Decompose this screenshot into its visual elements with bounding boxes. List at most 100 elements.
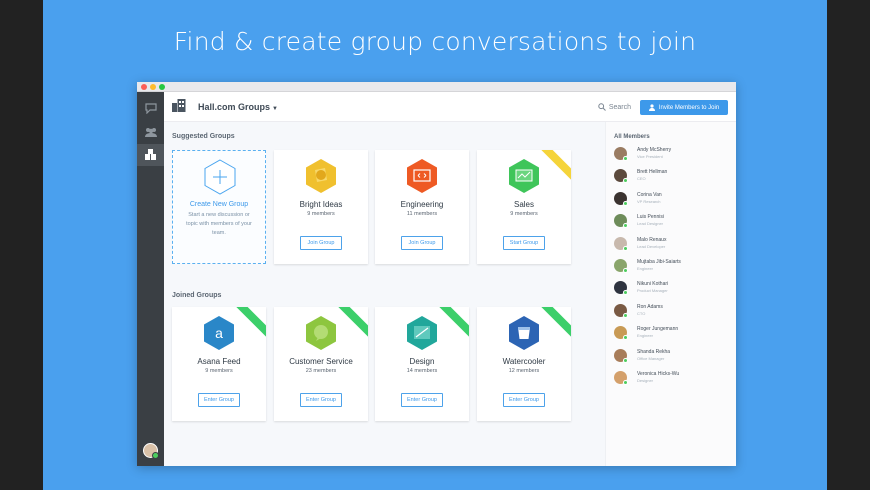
member-name: Ron Adams	[637, 303, 663, 310]
group-name: Bright Ideas	[299, 200, 343, 209]
enter-group-button[interactable]: Enter Group	[300, 393, 342, 407]
group-name: Engineering	[400, 200, 444, 209]
member-name: Andy McSherry	[637, 147, 672, 153]
code-icon	[407, 159, 437, 193]
member-role: Lead Developer	[637, 243, 666, 249]
people-icon[interactable]	[142, 123, 159, 140]
sales-icon	[509, 159, 539, 193]
chat-bubble-icon	[306, 316, 336, 350]
member-row[interactable]: Shanda Rekha Office Manager	[614, 348, 729, 364]
create-group-title: Create New Group	[189, 201, 249, 208]
group-name: Customer Service	[289, 357, 353, 366]
app-title: Hall.com Groups	[198, 102, 271, 112]
member-row[interactable]: Luis Pennisi Lead Designer	[614, 213, 729, 229]
design-icon	[407, 316, 437, 350]
member-role: VP Research	[637, 198, 661, 204]
add-group-icon	[204, 159, 236, 195]
online-status-icon	[623, 380, 628, 385]
online-status-icon	[623, 156, 628, 161]
topbar: Hall.com Groups ▼ Search Invite Members t…	[164, 92, 736, 122]
member-row[interactable]: Mujtaba Jibi-Saiarts Engineer	[614, 258, 729, 274]
invite-members-button[interactable]: Invite Members to Join	[640, 100, 728, 115]
member-row[interactable]: Roger Jungemann Engineer	[614, 325, 729, 341]
member-name: Corina Van	[637, 191, 662, 198]
member-role: CTO	[637, 310, 646, 316]
group-card-design: Design 14 members Enter Group	[375, 307, 469, 421]
sidebar	[137, 92, 164, 466]
online-status-icon	[623, 178, 628, 184]
online-status-icon	[623, 223, 628, 229]
enter-group-button[interactable]: Enter Group	[401, 393, 443, 407]
online-status-icon	[623, 312, 628, 318]
chevron-down-icon: ▼	[272, 106, 278, 112]
joined-groups-heading: Joined Groups	[172, 292, 222, 299]
member-row[interactable]: Nikuni Kothari Product Manager	[614, 280, 729, 296]
member-role: Designer	[637, 378, 654, 383]
close-window-button[interactable]	[141, 84, 147, 90]
group-member-count: 12 members	[508, 368, 540, 374]
member-role: Product Manager	[637, 288, 668, 294]
window-titlebar	[137, 82, 736, 92]
member-name: Veronica Hicks-Wu	[637, 371, 680, 377]
person-icon	[648, 104, 655, 111]
group-card-bright-ideas: Bright Ideas 9 members Join Group	[274, 150, 368, 264]
member-row[interactable]: Ron Adams CTO	[614, 303, 729, 319]
member-name: Malo Renaux	[637, 236, 667, 243]
member-name: Roger Jungemann	[637, 326, 679, 333]
member-row[interactable]: Brett Hellman CEO	[614, 168, 729, 184]
member-row[interactable]: Andy McSherry Vice President	[614, 146, 729, 162]
member-row[interactable]: Veronica Hicks-Wu Designer	[614, 370, 729, 386]
member-name: Shanda Rekha	[637, 348, 671, 355]
minimize-window-button[interactable]	[150, 84, 156, 90]
members-panel: All Members Andy McSherry Vice President B…	[605, 122, 736, 466]
online-status-icon	[623, 357, 628, 363]
group-member-count: 9 members	[510, 211, 538, 217]
chat-icon[interactable]	[142, 100, 159, 117]
group-card-watercooler: Watercooler 12 members Enter Group	[477, 307, 571, 421]
member-role: Engineer	[637, 266, 654, 271]
group-member-count: 14 members	[406, 368, 438, 374]
member-row[interactable]: Corina Van VP Research	[614, 191, 729, 207]
user-avatar[interactable]	[143, 443, 159, 459]
join-group-button[interactable]: Join Group	[300, 236, 342, 250]
suggested-groups-heading: Suggested Groups	[172, 133, 235, 140]
online-status-icon	[623, 245, 628, 251]
group-card-sales: Sales 9 members Start Group	[477, 150, 571, 264]
enter-group-button[interactable]: Enter Group	[503, 393, 545, 407]
group-name: Asana Feed	[197, 357, 241, 366]
groups-brand-icon	[172, 99, 186, 117]
start-group-button[interactable]: Start Group	[503, 236, 545, 250]
join-group-button[interactable]: Join Group	[401, 236, 443, 250]
lightbulb-icon	[306, 159, 336, 193]
asana-icon: a	[204, 316, 234, 350]
member-role: Lead Designer	[637, 221, 664, 227]
groups-icon[interactable]	[137, 144, 164, 166]
search-icon	[598, 103, 606, 111]
search-label: Search	[608, 103, 631, 111]
online-status-icon	[623, 268, 628, 273]
online-status-icon	[623, 200, 628, 206]
search-button[interactable]: Search	[598, 103, 631, 111]
member-name: Luis Pennisi	[637, 214, 664, 221]
create-group-description: Start a new discussion or topic with mem…	[186, 212, 252, 236]
group-card-asana-feed: a Asana Feed 9 members Enter Group	[172, 307, 266, 421]
groups-menu[interactable]: Hall.com Groups ▼	[198, 102, 278, 112]
member-row[interactable]: Malo Renaux Lead Developer	[614, 236, 729, 252]
enter-group-button[interactable]: Enter Group	[198, 393, 240, 407]
group-member-count: 23 members	[305, 368, 337, 374]
member-role: Engineer	[637, 333, 654, 339]
group-name: Sales	[513, 200, 534, 209]
member-role: CEO	[637, 176, 646, 182]
member-role: Office Manager	[637, 355, 665, 361]
headline: Find & create group conversations to joi…	[173, 27, 697, 56]
group-member-count: 9 members	[205, 368, 233, 374]
create-new-group-card[interactable]: Create New Group Start a new discussion …	[172, 150, 266, 264]
maximize-window-button[interactable]	[159, 84, 165, 90]
member-name: Brett Hellman	[637, 169, 668, 176]
member-role: Vice President	[637, 154, 663, 159]
online-status-icon	[623, 290, 628, 296]
app-window: Hall.com Groups ▼ Search Invite Members t…	[137, 82, 736, 466]
group-card-engineering: Engineering 11 members Join Group	[375, 150, 469, 264]
group-member-count: 11 members	[406, 211, 438, 217]
invite-label: Invite Members to Join	[658, 104, 720, 111]
